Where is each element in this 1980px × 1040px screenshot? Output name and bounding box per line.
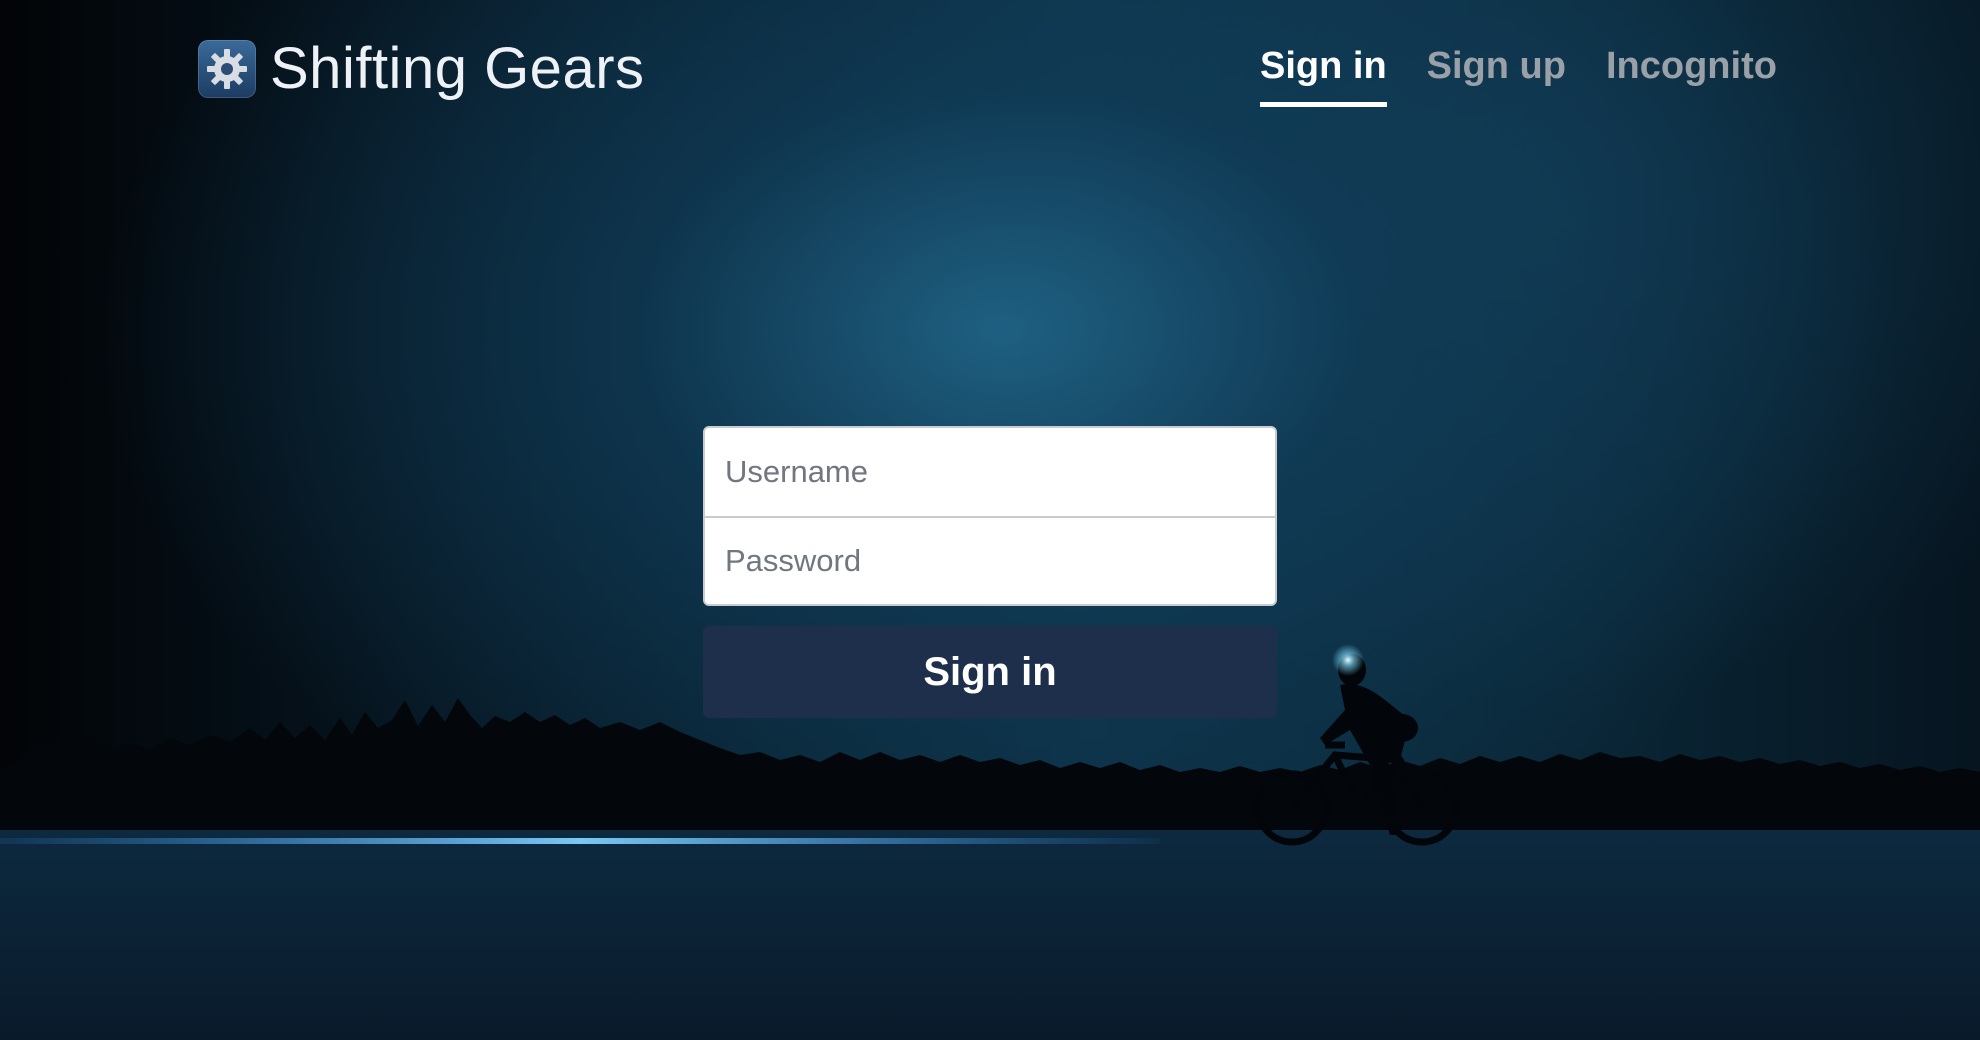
brand-name: Shifting Gears — [270, 36, 645, 101]
sign-in-form: Sign in — [703, 426, 1277, 718]
headlamp-glow — [1332, 644, 1364, 676]
sign-in-button[interactable]: Sign in — [703, 626, 1277, 718]
sign-in-page: Shifting Gears Sign in Sign up Incognito… — [0, 0, 1980, 1040]
brand-logo[interactable]: Shifting Gears — [198, 40, 645, 98]
light-streak — [0, 838, 1160, 844]
credentials-group — [703, 426, 1277, 606]
auth-nav: Sign in Sign up Incognito — [1260, 44, 1777, 107]
tab-sign-in[interactable]: Sign in — [1260, 44, 1387, 107]
password-input[interactable] — [705, 516, 1275, 604]
username-input[interactable] — [705, 428, 1275, 516]
lake-surface — [0, 825, 1980, 1040]
tab-incognito[interactable]: Incognito — [1606, 44, 1777, 107]
gear-icon — [198, 40, 256, 98]
tab-sign-up[interactable]: Sign up — [1427, 44, 1566, 107]
